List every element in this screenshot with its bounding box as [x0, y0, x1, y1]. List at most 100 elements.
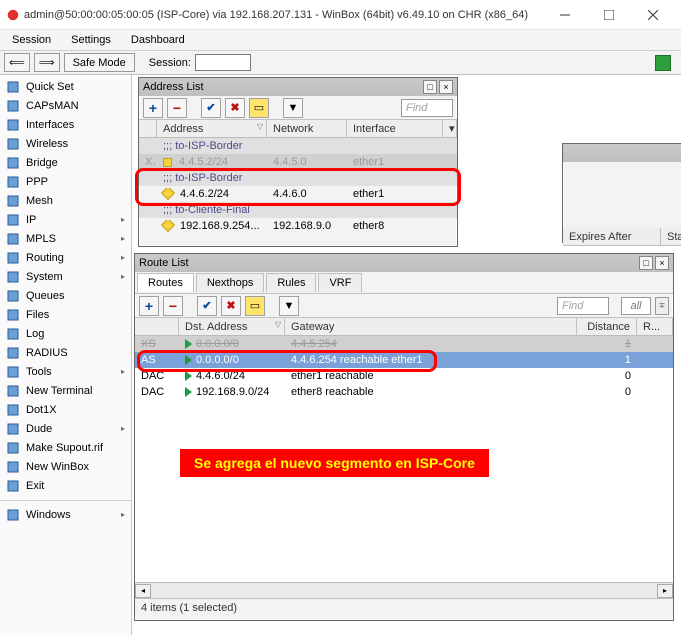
sidebar-item-bridge[interactable]: Bridge: [0, 153, 131, 172]
radius-icon: [6, 346, 20, 360]
sidebar-item-mpls[interactable]: MPLS▸: [0, 229, 131, 248]
supout-icon: [6, 441, 20, 455]
forward-button[interactable]: ⟹: [34, 53, 60, 72]
scroll-track[interactable]: [151, 584, 657, 598]
bg-window-titlebar[interactable]: □ ×: [563, 144, 681, 162]
route-row[interactable]: AS0.0.0.0/04.4.6.254 reachable ether11: [135, 352, 673, 368]
tab-vrf[interactable]: VRF: [318, 273, 362, 292]
safe-mode-button[interactable]: Safe Mode: [64, 53, 135, 72]
sidebar-item-windows[interactable]: Windows▸: [0, 505, 131, 524]
sidebar-item-new-terminal[interactable]: New Terminal: [0, 381, 131, 400]
minimize-button[interactable]: [543, 1, 587, 29]
col-address[interactable]: Address: [157, 120, 267, 137]
address-list-restore-button[interactable]: □: [423, 80, 437, 94]
sidebar-item-dot1x[interactable]: Dot1X: [0, 400, 131, 419]
disable-button[interactable]: ✖: [225, 98, 245, 118]
address-row[interactable]: ;;; to-Cliente-Final: [139, 202, 457, 218]
connection-status-indicator: [655, 55, 671, 71]
route-horizontal-scrollbar[interactable]: ◂ ▸: [135, 582, 673, 598]
col-interface[interactable]: Interface: [347, 120, 443, 137]
session-input[interactable]: [195, 54, 251, 71]
route-enable-button[interactable]: ✔: [197, 296, 217, 316]
route-disable-button[interactable]: ✖: [221, 296, 241, 316]
address-row[interactable]: 192.168.9.254...192.168.9.0ether8: [139, 218, 457, 234]
sidebar-item-make-supout-rif[interactable]: Make Supout.rif: [0, 438, 131, 457]
address-list-window[interactable]: Address List □ × + − ✔ ✖ ▭ ▼ Find Addres…: [138, 77, 458, 247]
maximize-button[interactable]: [587, 1, 631, 29]
route-list-window[interactable]: Route List □ × Routes Nexthops Rules VRF…: [134, 253, 674, 621]
address-row[interactable]: ;;; to-ISP-Border: [139, 138, 457, 154]
route-scope-dropdown[interactable]: ∓: [655, 297, 669, 315]
route-add-button[interactable]: +: [139, 296, 159, 316]
sidebar-item-label: System: [26, 271, 63, 283]
scroll-right-button[interactable]: ▸: [657, 584, 673, 598]
sidebar-item-wireless[interactable]: Wireless: [0, 134, 131, 153]
address-find-input[interactable]: Find: [401, 99, 453, 117]
add-button[interactable]: +: [143, 98, 163, 118]
dot1x-icon: [6, 403, 20, 417]
enable-button[interactable]: ✔: [201, 98, 221, 118]
col-network[interactable]: Network: [267, 120, 347, 137]
menu-session[interactable]: Session: [2, 32, 61, 48]
route-list-close-button[interactable]: ×: [655, 256, 669, 270]
route-row[interactable]: DAC4.4.6.0/24ether1 reachable0: [135, 368, 673, 384]
sidebar-item-files[interactable]: Files: [0, 305, 131, 324]
tab-nexthops[interactable]: Nexthops: [196, 273, 264, 292]
mesh-icon: [6, 194, 20, 208]
address-row[interactable]: ;;; to-ISP-Border: [139, 170, 457, 186]
sidebar-item-exit[interactable]: Exit: [0, 476, 131, 495]
col-dst-address[interactable]: Dst. Address: [179, 318, 285, 335]
sidebar-item-system[interactable]: System▸: [0, 267, 131, 286]
sidebar-item-mesh[interactable]: Mesh: [0, 191, 131, 210]
sidebar-item-dude[interactable]: Dude▸: [0, 419, 131, 438]
sidebar-item-routing[interactable]: Routing▸: [0, 248, 131, 267]
sidebar-item-log[interactable]: Log: [0, 324, 131, 343]
col-r[interactable]: R...: [637, 318, 673, 335]
menu-settings[interactable]: Settings: [61, 32, 121, 48]
scroll-left-button[interactable]: ◂: [135, 584, 151, 598]
sidebar-item-label: IP: [26, 214, 36, 226]
menu-dashboard[interactable]: Dashboard: [121, 32, 195, 48]
route-find-input[interactable]: Find: [557, 297, 609, 315]
comment-button[interactable]: ▭: [249, 98, 269, 118]
back-button[interactable]: ⟸: [4, 53, 30, 72]
sidebar-item-ppp[interactable]: PPP: [0, 172, 131, 191]
col-flag[interactable]: [139, 120, 157, 137]
sidebar-item-label: Queues: [26, 290, 65, 302]
route-row[interactable]: DAC192.168.9.0/24ether8 reachable0: [135, 384, 673, 400]
address-list-close-button[interactable]: ×: [439, 80, 453, 94]
col-status[interactable]: Status: [661, 228, 681, 245]
addr-col-menu[interactable]: ▾: [443, 120, 457, 137]
col-distance[interactable]: Distance: [577, 318, 637, 335]
address-row[interactable]: X 4.4.5.2/244.4.5.0ether1: [139, 154, 457, 170]
sidebar-item-queues[interactable]: Queues: [0, 286, 131, 305]
sidebar-item-interfaces[interactable]: Interfaces: [0, 115, 131, 134]
sidebar-item-capsman[interactable]: CAPsMAN: [0, 96, 131, 115]
sidebar-item-new-winbox[interactable]: New WinBox: [0, 457, 131, 476]
route-remove-button[interactable]: −: [163, 296, 183, 316]
remove-button[interactable]: −: [167, 98, 187, 118]
tab-rules[interactable]: Rules: [266, 273, 316, 292]
sidebar-item-tools[interactable]: Tools▸: [0, 362, 131, 381]
col-route-flag[interactable]: [135, 318, 179, 335]
route-row[interactable]: XS0.0.0.0/04.4.5.2541: [135, 336, 673, 352]
titlebar: admin@50:00:00:05:00:05 (ISP-Core) via 1…: [0, 0, 681, 30]
tab-routes[interactable]: Routes: [137, 273, 194, 292]
sidebar-item-radius[interactable]: RADIUS: [0, 343, 131, 362]
sidebar-item-ip[interactable]: IP▸: [0, 210, 131, 229]
route-filter-button[interactable]: ▼: [279, 296, 299, 316]
route-comment-button[interactable]: ▭: [245, 296, 265, 316]
background-window[interactable]: □ × Find Expires After Status ▾: [562, 143, 681, 243]
col-gateway[interactable]: Gateway: [285, 318, 577, 335]
route-list-titlebar[interactable]: Route List □ ×: [135, 254, 673, 272]
close-button[interactable]: [631, 1, 675, 29]
funnel-icon: ▼: [288, 102, 299, 114]
sidebar-item-quick-set[interactable]: Quick Set: [0, 77, 131, 96]
address-icon: [161, 188, 175, 200]
address-row[interactable]: 4.4.6.2/244.4.6.0ether1: [139, 186, 457, 202]
col-expires-after[interactable]: Expires After: [563, 228, 661, 245]
filter-button[interactable]: ▼: [283, 98, 303, 118]
address-list-titlebar[interactable]: Address List □ ×: [139, 78, 457, 96]
route-scope-select[interactable]: all: [621, 297, 651, 315]
route-list-restore-button[interactable]: □: [639, 256, 653, 270]
